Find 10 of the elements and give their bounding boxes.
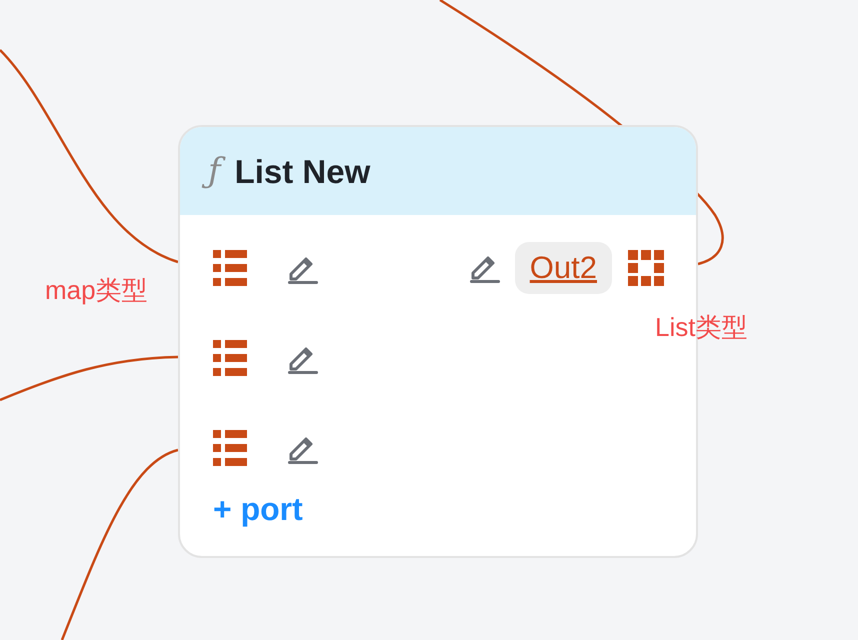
list-icon xyxy=(213,340,247,376)
grid-icon xyxy=(628,250,664,286)
annotation-label: map类型 xyxy=(45,277,148,303)
node-title: List New xyxy=(234,154,370,188)
annotation-label: List类型 xyxy=(655,314,748,340)
output-port-link[interactable]: Out2 xyxy=(514,242,612,294)
add-port-button[interactable]: + port xyxy=(213,489,303,531)
function-icon: ƒ xyxy=(204,148,227,194)
list-icon xyxy=(213,430,247,466)
list-icon xyxy=(213,250,247,286)
